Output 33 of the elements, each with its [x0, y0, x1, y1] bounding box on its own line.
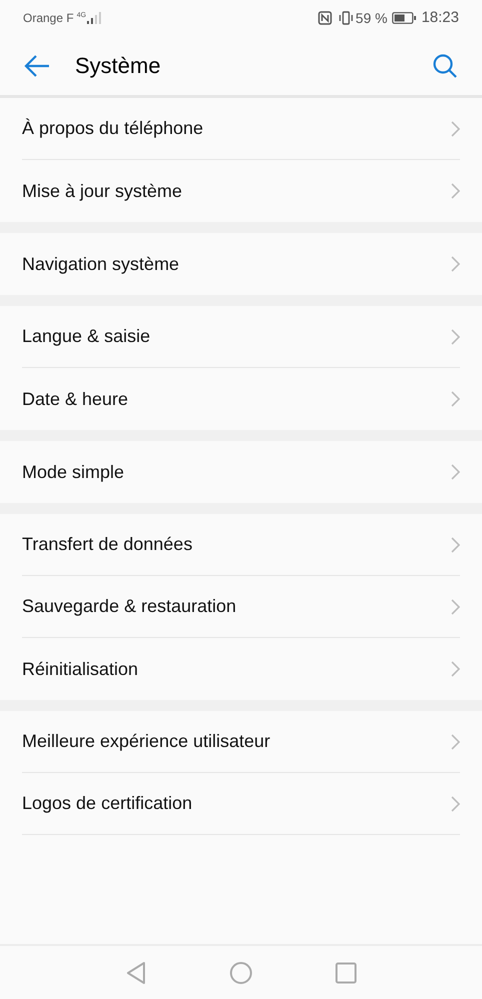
clock-time: 18:23: [421, 8, 459, 28]
settings-item[interactable]: À propos du téléphone: [22, 98, 460, 160]
settings-item[interactable]: Mise à jour système: [22, 160, 460, 222]
settings-item[interactable]: Transfert de données: [22, 514, 460, 576]
settings-item[interactable]: Réinitialisation: [22, 638, 460, 700]
settings-item[interactable]: Date & heure: [22, 368, 460, 430]
back-nav-button[interactable]: [125, 960, 147, 984]
chevron-icon: [451, 796, 460, 812]
chevron-icon: [451, 464, 460, 480]
settings-item[interactable]: Langue & saisie: [22, 306, 460, 368]
settings-item[interactable]: Navigation système: [22, 233, 460, 295]
chevron-icon: [451, 598, 460, 614]
settings-item[interactable]: Meilleure expérience utilisateur: [22, 711, 460, 773]
chevron-icon: [451, 734, 460, 750]
vibrate-icon: [338, 11, 354, 25]
chevron-icon: [451, 328, 460, 344]
chevron-icon: [451, 120, 460, 136]
recents-nav-button[interactable]: [335, 962, 357, 984]
chevron-icon: [451, 256, 460, 272]
carrier-name: Orange F: [23, 10, 74, 27]
battery-icon: [392, 12, 416, 24]
chevron-icon: [451, 536, 460, 552]
settings-item[interactable]: Logos de certification: [22, 773, 460, 835]
signal-icon: [87, 12, 102, 24]
home-nav-button[interactable]: [229, 960, 253, 984]
page-title: Système: [75, 52, 161, 80]
chevron-icon: [451, 183, 460, 199]
battery-percentage: 59 %: [356, 8, 388, 28]
chevron-icon: [451, 661, 460, 677]
chevron-icon: [451, 391, 460, 407]
settings-item[interactable]: Sauvegarde & restauration: [22, 576, 460, 638]
nfc-icon: [318, 11, 332, 25]
settings-item[interactable]: Mode simple: [22, 441, 460, 503]
